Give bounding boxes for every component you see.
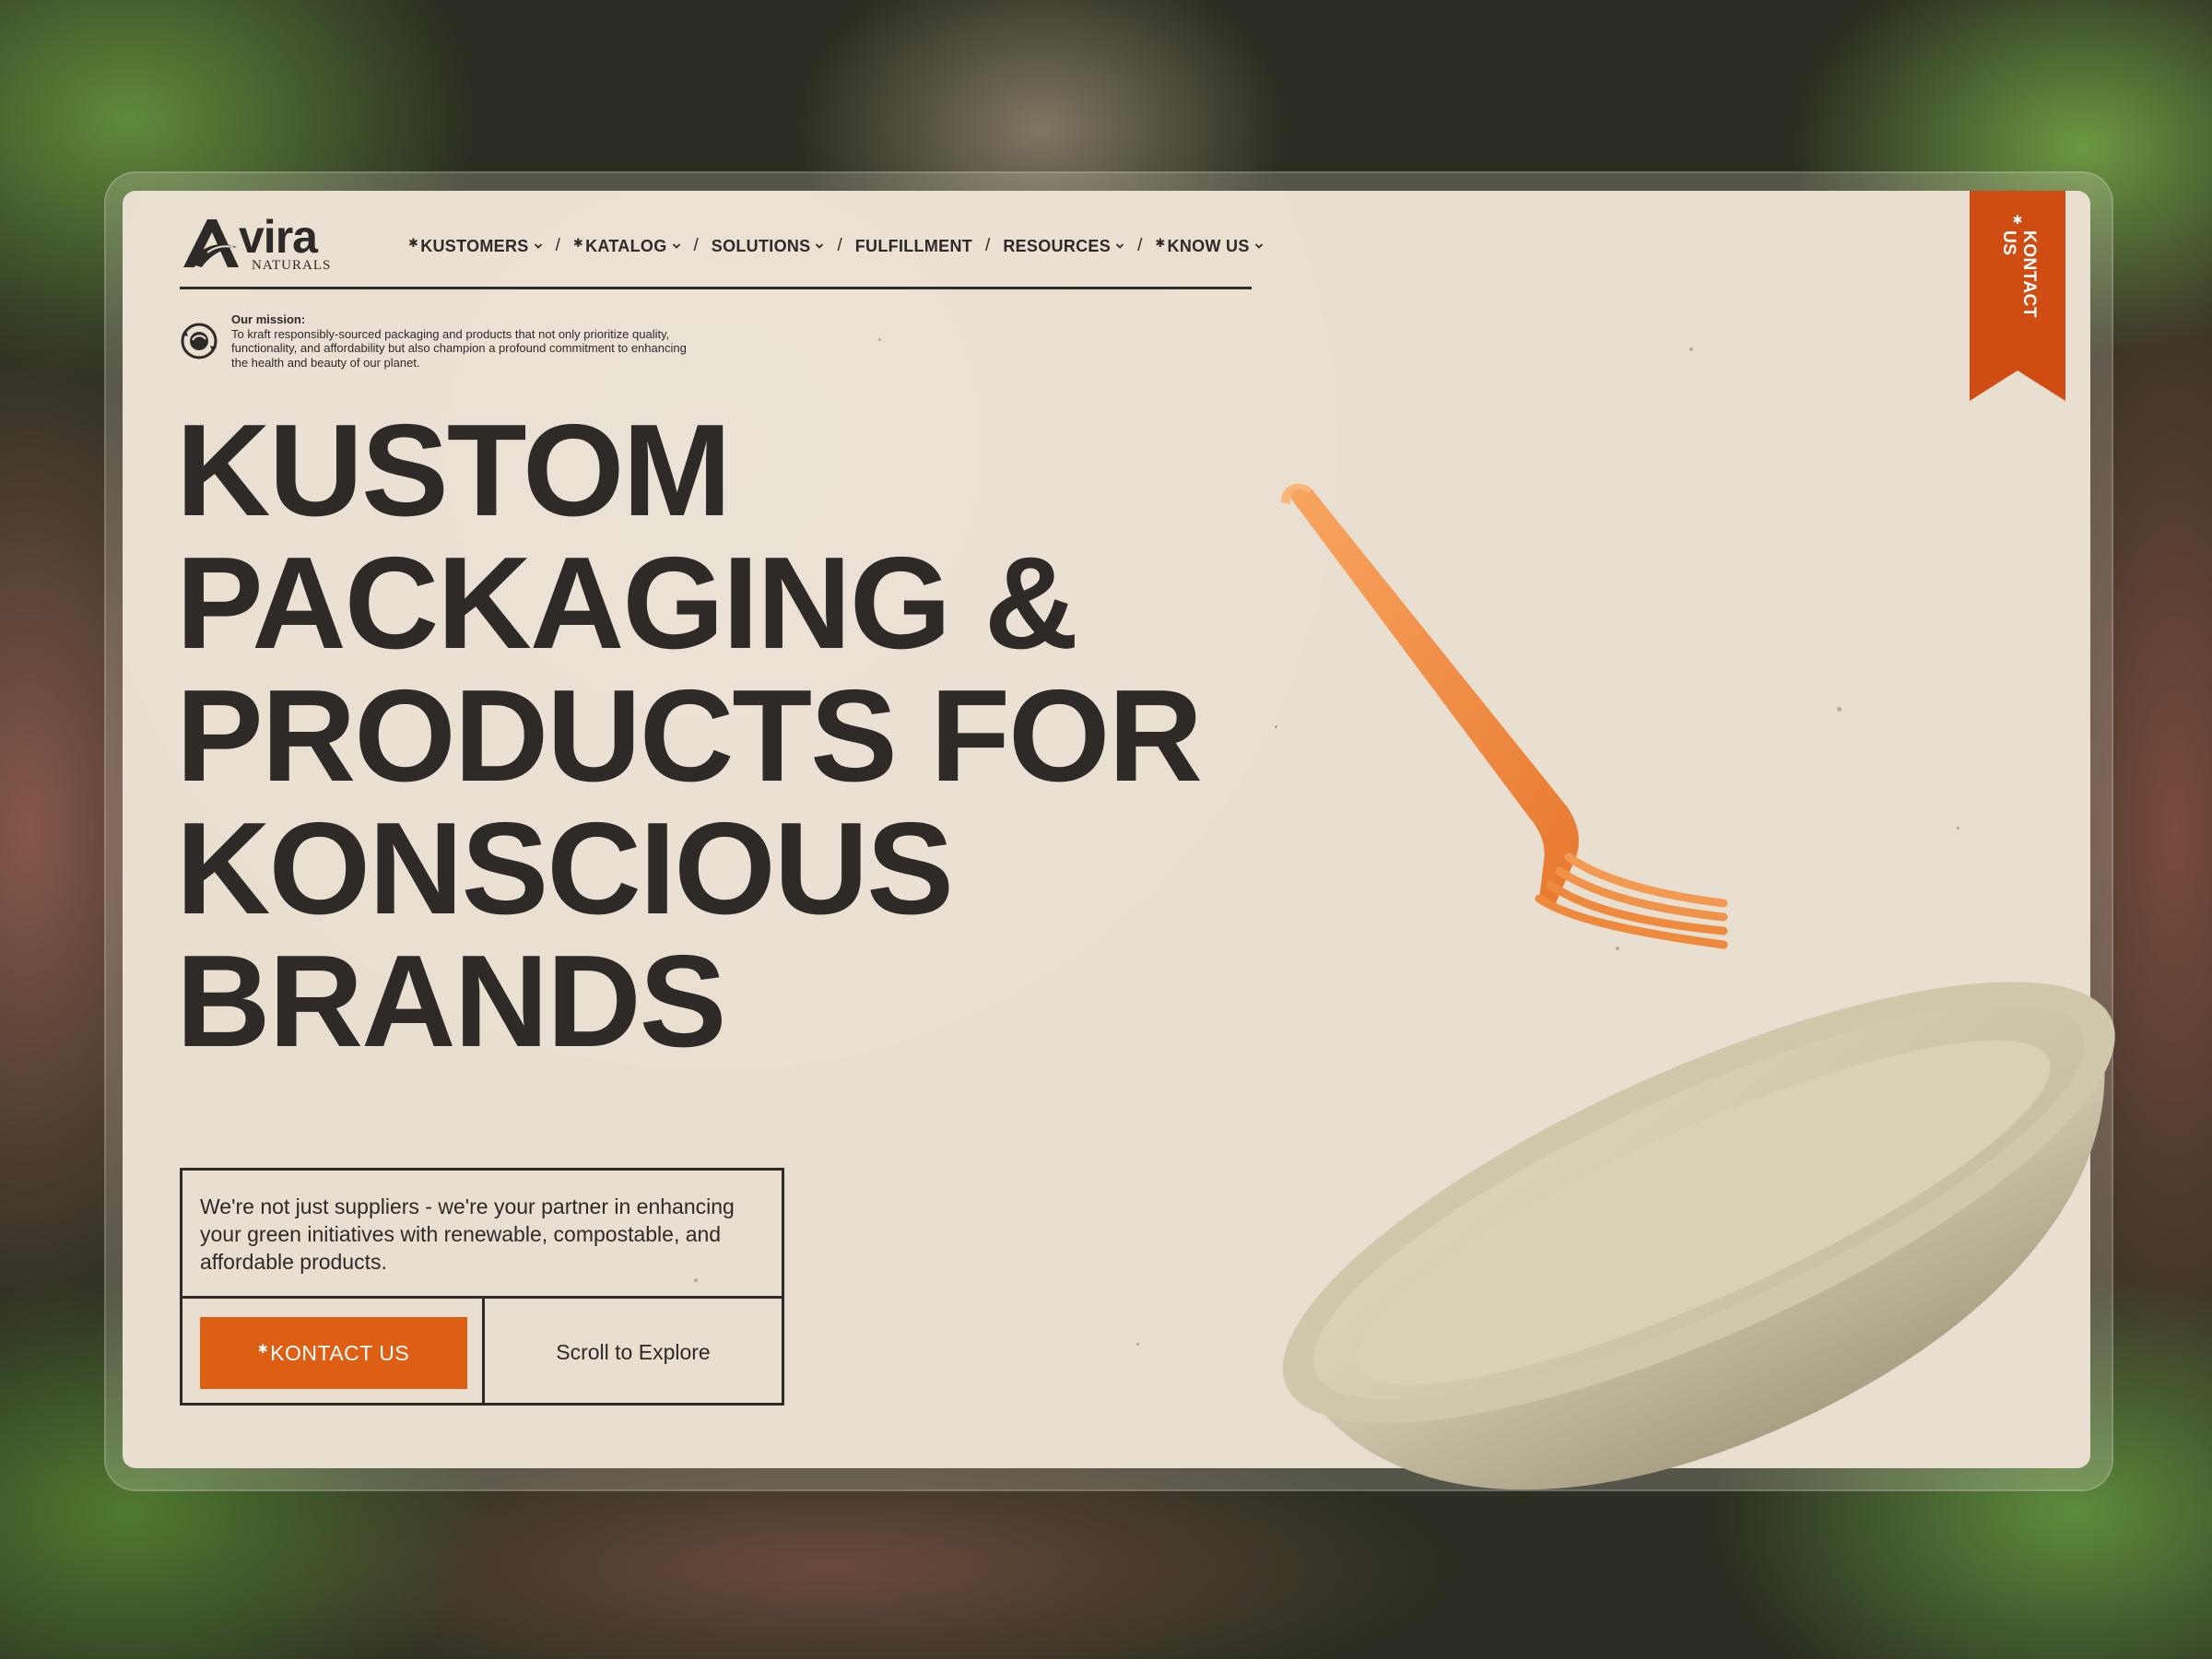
paper-speck [1837,707,1841,712]
paper-speck [1136,1343,1139,1346]
paper-speck [878,338,881,341]
cta-label: KONTACT US [270,1340,410,1365]
headline-line: BRANDS [176,928,726,1075]
asterisk-icon: ✱ [1155,236,1166,250]
asterisk-icon: ✱ [408,236,419,250]
paper-speck [1957,827,1959,830]
nav-item-kustomers[interactable]: ✱ KUSTOMERS [408,236,543,256]
nav-item-label: FULFILLMENT [854,236,973,255]
brand-leaf-icon [183,219,239,267]
nav-item-label: KNOW US [1167,236,1250,255]
lead-text: We're not just suppliers - we're your pa… [200,1194,735,1274]
chevron-down-icon [534,243,542,249]
chevron-down-icon [672,243,680,249]
nav-item-label: RESOURCES [1003,236,1112,255]
bowl-image [1282,982,2115,1490]
mission-statement: Our mission: To kraft responsibly-source… [231,312,701,370]
mission-title: Our mission: [231,312,306,326]
main-nav: ✱ KUSTOMERS / ✱ KATALOG / SOLUTIONS / FU… [408,228,1264,265]
lead-box: We're not just suppliers - we're your pa… [180,1168,784,1406]
asterisk-icon: ✱ [2011,214,2026,229]
nav-separator: / [1137,236,1143,255]
paper-speck [1689,347,1693,351]
headline-line: KONSCIOUS [176,795,954,942]
brand-name: vira [239,211,318,263]
scroll-to-explore-link[interactable]: Scroll to Explore [485,1299,782,1406]
nav-separator: / [837,236,842,255]
nav-item-katalog[interactable]: ✱ KATALOG [572,236,681,256]
ribbon-text: KONTACT US [1999,229,2039,318]
ribbon-label[interactable]: ✱ KONTACT US [1999,214,2039,343]
headline-line: PRODUCTS FOR [176,663,1203,809]
nav-separator: / [985,236,991,255]
nav-item-label: KUSTOMERS [420,236,529,255]
asterisk-icon: ✱ [572,236,584,250]
asterisk-icon: ✱ [257,1342,269,1356]
nav-item-know-us[interactable]: ✱ KNOW US [1155,236,1263,256]
chevron-down-icon [816,243,824,249]
headline-line: PACKAGING & [176,530,1078,677]
nav-item-resources[interactable]: RESOURCES [1003,237,1124,256]
chevron-down-icon [1254,243,1263,249]
headline-line: KUSTOM [176,397,732,544]
nav-item-fulfillment[interactable]: FULFILLMENT [855,237,972,256]
chevron-down-icon [1115,243,1124,249]
recycle-globe-icon [181,323,218,359]
hero-headline: KUSTOM PACKAGING & PRODUCTS FOR KONSCIOU… [176,405,1374,1068]
brand-tagline: NATURALS [252,258,332,273]
brand-logo[interactable]: vira NATURALS [180,211,336,273]
nav-item-solutions[interactable]: SOLUTIONS [712,237,825,256]
nav-separator: / [693,236,699,255]
kontact-us-button[interactable]: ✱ KONTACT US [200,1317,467,1389]
nav-item-label: SOLUTIONS [711,236,811,255]
nav-item-label: KATALOG [585,236,667,255]
nav-separator: / [555,236,560,255]
nav-divider [180,287,1252,289]
mission-text: To kraft responsibly-sourced packaging a… [231,326,687,370]
